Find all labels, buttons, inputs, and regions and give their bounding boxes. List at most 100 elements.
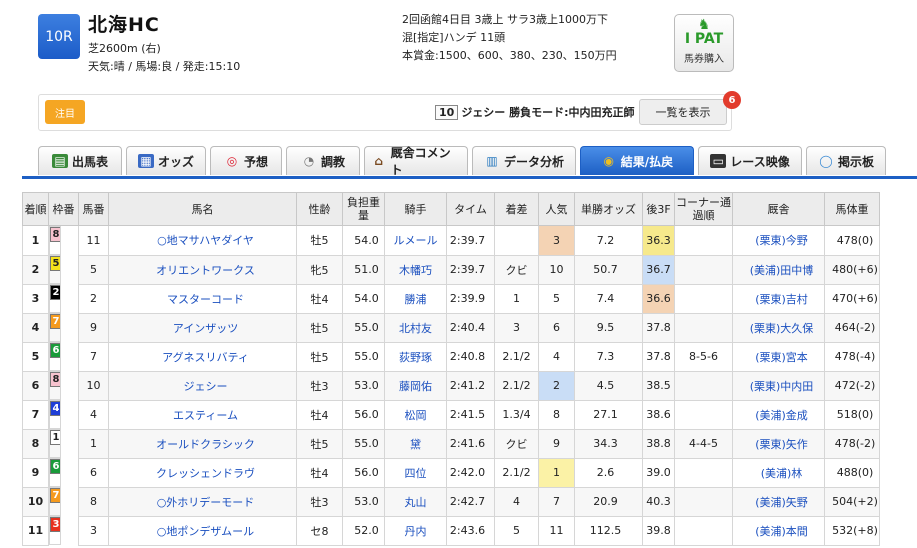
horse-name-link[interactable]: オールドクラシック: [108, 428, 297, 459]
tab-stable-house[interactable]: ⌂ 厩舎コメント: [364, 146, 468, 177]
horse-name-link[interactable]: マスターコード: [108, 283, 297, 314]
horse-name-link[interactable]: クレッシェンドラヴ: [108, 457, 297, 488]
last-3f: 36.6: [642, 283, 675, 314]
finish-time: 2:41.6: [446, 428, 495, 459]
last-3f: 38.6: [642, 399, 675, 430]
finish-time: 2:41.2: [446, 370, 495, 401]
waku-box: 3: [50, 517, 60, 532]
trainer-link[interactable]: (美浦)林: [732, 457, 825, 488]
coins-icon: ◉: [603, 154, 615, 168]
sex-age: 牡4: [296, 283, 343, 314]
horse-name-link[interactable]: ジェシー: [108, 370, 297, 401]
body-weight: 478(-2): [824, 428, 880, 459]
table-row: 4 7 9 アインザッツ 牡5 55.0 北村友 2:40.4 3 6 9.5 37.8 (栗東)大久保…: [22, 312, 880, 343]
corner-positions: [674, 312, 733, 343]
tab-entry-table[interactable]: ▤ 出馬表: [38, 146, 122, 175]
tab-odds-chart[interactable]: ▦ オッズ: [126, 146, 206, 175]
trainer-link[interactable]: (美浦)金成: [732, 399, 825, 430]
horse-name-link[interactable]: アグネスリバティ: [108, 341, 297, 372]
horse-name-link[interactable]: ○地ポンデザムール: [108, 515, 297, 546]
trainer-link[interactable]: (美浦)田中博: [732, 254, 825, 285]
jockey-link[interactable]: 丹内: [384, 515, 447, 546]
corner-positions: [674, 399, 733, 430]
jockey-link[interactable]: 北村友: [384, 312, 447, 343]
margin: 2.1/2: [494, 341, 539, 372]
column-header: 人気: [538, 192, 575, 226]
table-row: 11 3 3 ○地ポンデザムール セ8 52.0 丹内 2:43.6 5 11 112.5 39.8(…: [22, 515, 880, 546]
table-row: 8 1 1 オールドクラシック 牡5 55.0 黛 2:41.6 クビ 9 34.3 38.8 4-4-…: [22, 428, 880, 459]
tab-speech-bubble[interactable]: ◯ 掲示板: [806, 146, 886, 175]
finish-position: 9: [22, 457, 49, 488]
notice-text[interactable]: 10 ジェシー 勝負モード:中内田充正師: [435, 104, 635, 120]
stopwatch-icon: ◔: [303, 154, 315, 168]
odds-chart-icon: ▦: [137, 154, 154, 168]
jockey-link[interactable]: ルメール: [384, 225, 447, 256]
horse-name-link[interactable]: アインザッツ: [108, 312, 297, 343]
ipat-buy-button[interactable]: ♞ I PAT 馬券購入: [674, 14, 734, 72]
horse-number: 11: [78, 225, 109, 256]
last-3f: 36.3: [642, 225, 675, 256]
table-row: 7 4 4 エスティーム 牡4 56.0 松岡 2:41.5 1.3/4 8 27.1 38.6 (美浦…: [22, 399, 880, 430]
horse-number: 7: [78, 341, 109, 372]
jockey-link[interactable]: 勝浦: [384, 283, 447, 314]
finish-position: 5: [22, 341, 49, 372]
finish-position: 1: [22, 225, 49, 256]
margin: クビ: [494, 254, 539, 285]
trainer-link[interactable]: (栗東)大久保: [732, 312, 825, 343]
tab-film[interactable]: ▭ レース映像: [698, 146, 802, 175]
horse-name-link[interactable]: ○地マサハヤダイヤ: [108, 225, 297, 256]
trainer-link[interactable]: (美浦)本間: [732, 515, 825, 546]
tab-label: 予想: [243, 154, 268, 169]
horse-number: 4: [78, 399, 109, 430]
trainer-link[interactable]: (栗東)今野: [732, 225, 825, 256]
sex-age: 牡4: [296, 399, 343, 430]
corner-positions: [674, 457, 733, 488]
column-header: 馬名: [108, 192, 297, 226]
column-header: 後3F: [642, 192, 675, 226]
race-meta-line: 本賞金:1500、600、380、230、150万円: [402, 49, 617, 62]
race-name: 北海HC: [88, 14, 160, 36]
tab-stopwatch[interactable]: ◔ 調教: [286, 146, 360, 175]
trainer-link[interactable]: (栗東)中内田: [732, 370, 825, 401]
jockey-link[interactable]: 松岡: [384, 399, 447, 430]
entry-table-icon: ▤: [51, 154, 68, 168]
horse-name-link[interactable]: オリエントワークス: [108, 254, 297, 285]
margin: 4: [494, 486, 539, 517]
finish-time: 2:40.8: [446, 341, 495, 372]
jockey-link[interactable]: 木幡巧: [384, 254, 447, 285]
column-header: 性齢: [296, 192, 343, 226]
tab-label: データ分析: [503, 154, 564, 169]
jockey-link[interactable]: 丸山: [384, 486, 447, 517]
jockey-link[interactable]: 藤岡佑: [384, 370, 447, 401]
finish-position: 10: [22, 486, 49, 517]
last-3f: 39.8: [642, 515, 675, 546]
win-odds: 34.3: [574, 428, 643, 459]
tab-coins[interactable]: ◉ 結果/払戻: [580, 146, 694, 175]
popularity: 7: [538, 486, 575, 517]
horse-number: 10: [78, 370, 109, 401]
margin: 1.3/4: [494, 399, 539, 430]
jockey-link[interactable]: 荻野琢: [384, 341, 447, 372]
jockey-link[interactable]: 四位: [384, 457, 447, 488]
show-list-button[interactable]: 一覧を表示: [639, 99, 727, 125]
body-weight: 470(+6): [824, 283, 880, 314]
trainer-link[interactable]: (栗東)矢作: [732, 428, 825, 459]
table-row: 1 8 11 ○地マサハヤダイヤ 牡5 54.0 ルメール 2:39.7 3 7.2 36.3 (栗東…: [22, 225, 880, 256]
jockey-link[interactable]: 黛: [384, 428, 447, 459]
horse-name-link[interactable]: エスティーム: [108, 399, 297, 430]
tab-bar-chart[interactable]: ▥ データ分析: [472, 146, 576, 175]
column-header: 負担重量: [342, 192, 385, 226]
column-header: 着順: [22, 192, 49, 226]
finish-position: 6: [22, 370, 49, 401]
trainer-link[interactable]: (栗東)宮本: [732, 341, 825, 372]
trainer-link[interactable]: (栗東)吉村: [732, 283, 825, 314]
trainer-link[interactable]: (美浦)矢野: [732, 486, 825, 517]
margin: 2.1/2: [494, 457, 539, 488]
tab-target[interactable]: ◎ 予想: [210, 146, 282, 175]
table-row: 2 5 5 オリエントワークス 牝5 51.0 木幡巧 2:39.7 クビ 10 50.7 36.7(…: [22, 254, 880, 285]
carried-weight: 52.0: [342, 515, 385, 546]
race-conditions: 天気:晴 / 馬場:良 / 発走:15:10: [88, 60, 241, 73]
horse-name-link[interactable]: ○外ホリデーモード: [108, 486, 297, 517]
film-icon: ▭: [710, 154, 727, 168]
horse-rider-icon: ♞: [697, 17, 711, 33]
